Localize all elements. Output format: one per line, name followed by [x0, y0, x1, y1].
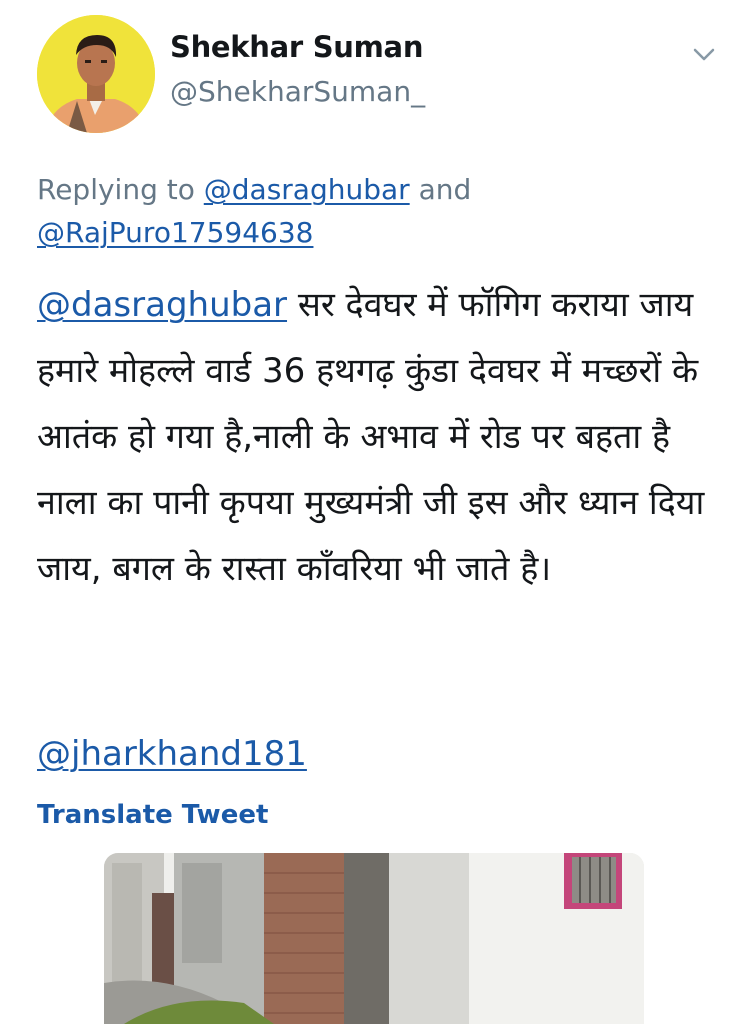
- reply-mention-link[interactable]: @dasraghubar: [204, 173, 410, 206]
- profile-photo: [37, 15, 155, 133]
- translate-tweet-button[interactable]: Translate Tweet: [37, 800, 268, 830]
- reply-connector: and: [409, 173, 472, 206]
- author-handle[interactable]: @ShekharSuman_: [170, 75, 425, 108]
- tweet-mention-link[interactable]: @dasraghubar: [37, 285, 287, 325]
- chevron-down-icon[interactable]: [688, 40, 720, 68]
- tweet-image[interactable]: [104, 853, 644, 1024]
- reply-mention-link[interactable]: @RajPuro17594638: [37, 216, 313, 249]
- author-display-name[interactable]: Shekhar Suman: [170, 30, 423, 64]
- avatar[interactable]: [37, 15, 155, 133]
- tweet-mention-link[interactable]: @jharkhand181: [37, 734, 307, 774]
- reply-context: Replying to @dasraghubar and @RajPuro175…: [37, 168, 677, 254]
- tweet-body: सर देवघर में फॉगिग कराया जाय हमारे मोहल्…: [37, 285, 705, 589]
- reply-prefix: Replying to: [37, 173, 204, 206]
- trailing-mention: @jharkhand181: [37, 725, 307, 783]
- tweet-text: @dasraghubar सर देवघर में फॉगिग कराया जा…: [37, 272, 707, 602]
